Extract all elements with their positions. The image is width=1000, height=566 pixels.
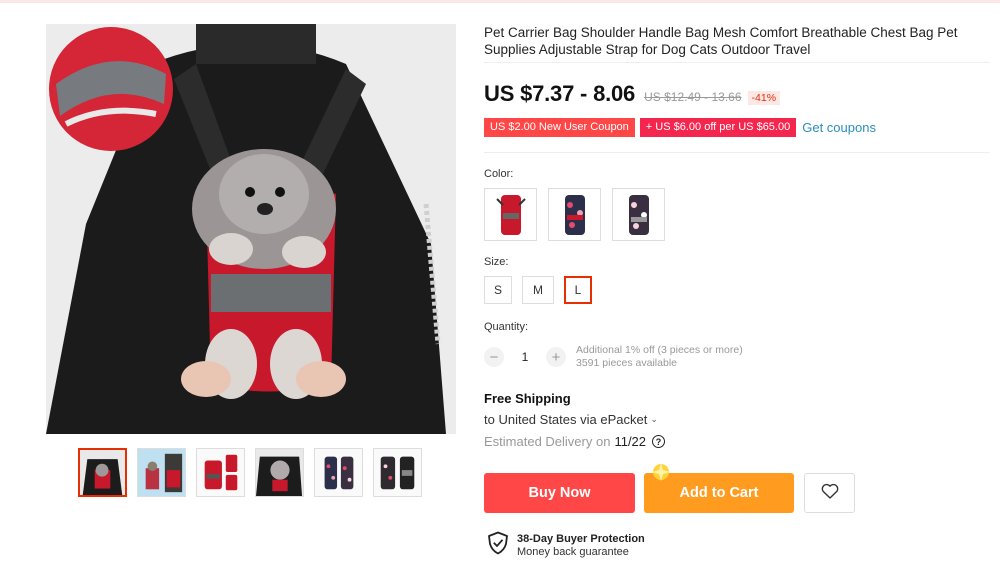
shield-check-icon [487,531,509,560]
shipping-destination: to United States via ePacket [484,412,648,427]
size-option-s[interactable]: S [484,276,512,304]
thumbnail-3[interactable] [196,448,245,497]
bulk-discount-text: Additional 1% off (3 pieces or more) [576,344,743,356]
price-row: US $7.37 - 8.06 US $12.49 - 13.66 -41% [484,81,781,107]
thumbnail-strip [78,448,422,497]
thumbnail-4[interactable] [255,448,304,497]
stock-available-text: 3591 pieces available [576,357,677,369]
shipping-destination-selector[interactable]: to United States via ePacket ⌄ [484,412,658,427]
delivery-date: 11/22 [614,434,647,449]
wishlist-button[interactable] [804,473,855,513]
protection-title: 38-Day Buyer Protection [517,532,645,545]
top-strip [0,0,1000,3]
divider [484,62,990,63]
quantity-value[interactable]: 1 [504,350,546,364]
thumbnail-5[interactable] [314,448,363,497]
shipping-title: Free Shipping [484,391,571,406]
buy-now-button[interactable]: Buy Now [484,473,635,513]
delivery-label: Estimated Delivery on [484,434,611,449]
quantity-info: Additional 1% off (3 pieces or more) 359… [576,344,743,370]
size-options: S M L [484,276,592,304]
size-option-l[interactable]: L [564,276,592,304]
main-product-image[interactable] [46,24,456,434]
protection-subtitle: Money back guarantee [517,545,629,558]
color-option-floral-light[interactable] [612,188,665,241]
heart-icon [821,483,839,504]
quantity-label: Quantity: [484,321,529,333]
new-user-coupon[interactable]: US $2.00 New User Coupon [484,118,635,137]
color-option-red[interactable] [484,188,537,241]
thumbnail-1[interactable] [78,448,127,497]
product-title: Pet Carrier Bag Shoulder Handle Bag Mesh… [484,25,958,57]
question-circle-icon[interactable]: ? [652,435,666,448]
chevron-down-icon: ⌄ [650,414,658,424]
divider [484,152,990,153]
discount-badge: -41% [747,91,781,105]
size-label: Size: [484,256,509,268]
current-price: US $7.37 - 8.06 [484,81,636,106]
coupon-row: US $2.00 New User Coupon + US $6.00 off … [484,118,876,137]
color-option-floral-dark[interactable] [548,188,601,241]
quantity-stepper: − 1 + Additional 1% off (3 pieces or mor… [484,344,743,370]
get-coupons-link[interactable]: Get coupons [802,120,876,135]
color-label: Color: [484,168,514,180]
store-coupon[interactable]: + US $6.00 off per US $65.00 [639,118,797,137]
buyer-protection-text: 38-Day Buyer Protection Money back guara… [517,533,645,559]
estimated-delivery: Estimated Delivery on 11/22 ? [484,434,666,449]
original-price: US $12.49 - 13.66 [644,90,742,104]
thumbnail-2[interactable] [137,448,186,497]
thumbnail-6[interactable] [373,448,422,497]
quantity-decrease-button[interactable]: − [484,347,504,367]
buyer-protection: 38-Day Buyer Protection Money back guara… [487,531,645,560]
size-option-m[interactable]: M [522,276,554,304]
color-options [484,188,665,241]
quantity-increase-button[interactable]: + [546,347,566,367]
sparkle-icon [648,459,674,485]
